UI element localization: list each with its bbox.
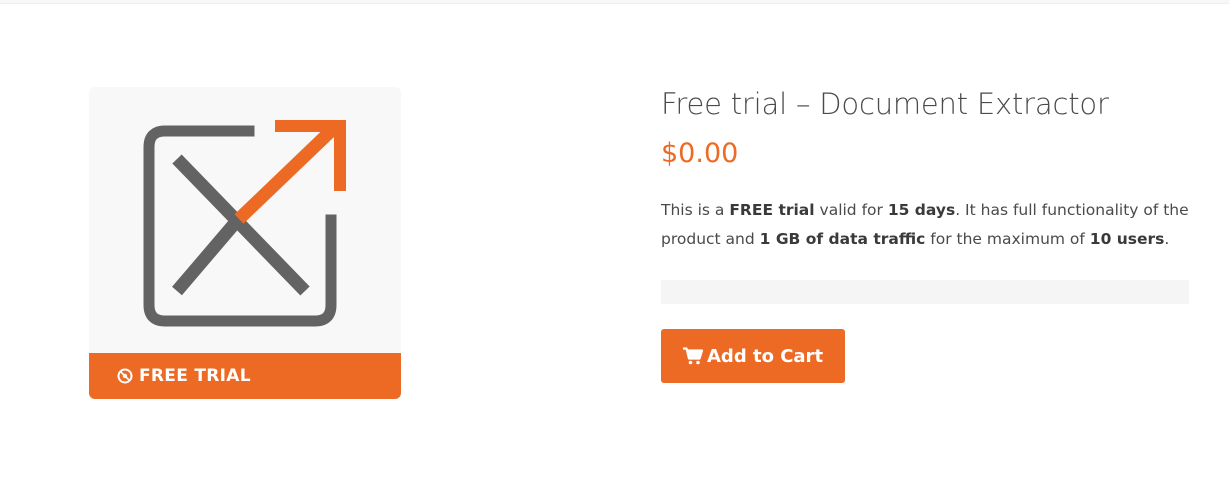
product-summary: Free trial – Document Extractor $0.00 Th… bbox=[661, 84, 1189, 383]
badge-icon bbox=[117, 368, 133, 384]
description-bold: 10 users bbox=[1089, 230, 1165, 248]
description-bold: 1 GB of data traffic bbox=[759, 230, 926, 248]
variation-bar bbox=[661, 280, 1189, 304]
header-divider bbox=[0, 0, 1229, 4]
document-extractor-logo-icon bbox=[143, 120, 346, 327]
description-text: valid for bbox=[814, 201, 888, 219]
product-image[interactable]: FREE TRIAL bbox=[89, 87, 401, 399]
description-bold: FREE trial bbox=[729, 201, 815, 219]
free-trial-banner-text: FREE TRIAL bbox=[139, 366, 251, 386]
description-text: for the maximum of bbox=[925, 230, 1090, 248]
add-to-cart-button[interactable]: Add to Cart bbox=[661, 329, 846, 383]
description-bold: 15 days bbox=[887, 201, 956, 219]
description-text: . bbox=[1164, 230, 1170, 248]
product-description: This is a FREE trial valid for 15 days. … bbox=[661, 196, 1189, 254]
description-text: This is a bbox=[661, 201, 730, 219]
product-price: $0.00 bbox=[661, 138, 739, 169]
add-to-cart-label: Add to Cart bbox=[707, 345, 824, 367]
product-title: Free trial – Document Extractor bbox=[661, 87, 1109, 121]
cart-icon bbox=[683, 347, 703, 365]
free-trial-banner: FREE TRIAL bbox=[89, 353, 401, 399]
